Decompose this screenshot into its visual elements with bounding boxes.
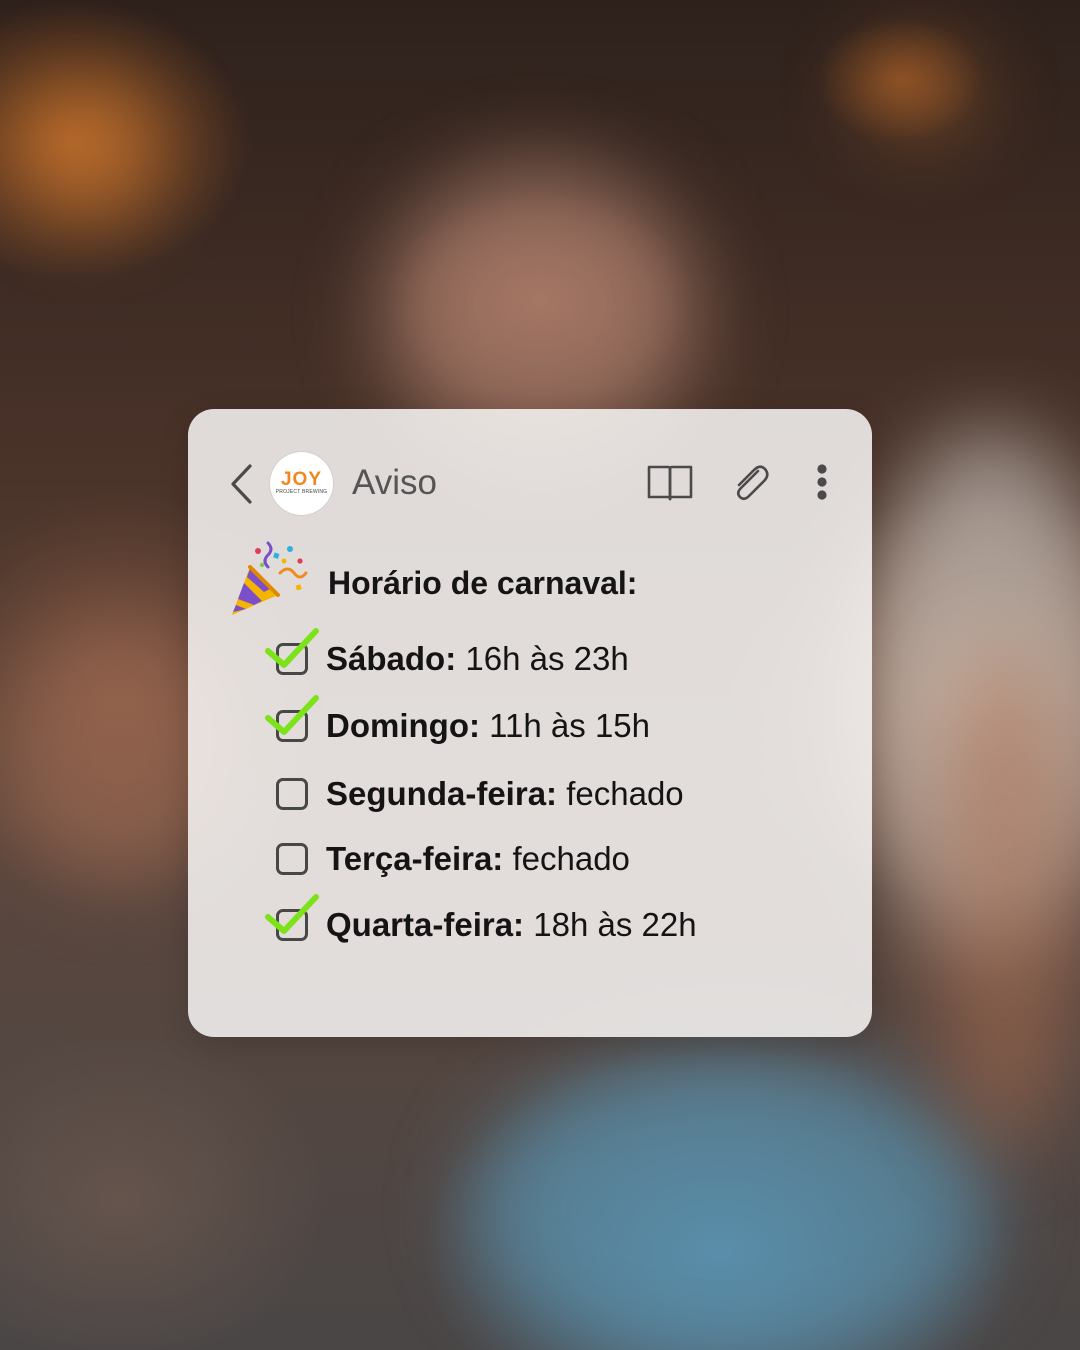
- item-hours: 16h às 23h: [465, 640, 629, 677]
- item-day: Terça-feira:: [326, 840, 504, 877]
- heading-row: Horário de carnaval:: [228, 539, 828, 619]
- note-header: JOY PROJECT BREWING Aviso: [188, 409, 872, 559]
- book-icon: [647, 465, 693, 501]
- list-item-text: Segunda-feira: fechado: [326, 772, 684, 816]
- list-item: Domingo: 11h às 15h: [264, 695, 844, 758]
- item-day: Segunda-feira:: [326, 775, 558, 812]
- avatar-subtitle: PROJECT BREWING: [275, 489, 328, 495]
- attach-button[interactable]: [726, 459, 774, 507]
- list-item: Quarta-feira: 18h às 22h: [264, 894, 844, 957]
- list-item-text: Quarta-feira: 18h às 22h: [326, 903, 697, 947]
- list-item-text: Terça-feira: fechado: [326, 837, 630, 881]
- item-day: Sábado:: [326, 640, 457, 677]
- list-item: Sábado: 16h às 23h: [264, 628, 844, 691]
- item-day: Quarta-feira:: [326, 906, 525, 943]
- checkbox[interactable]: [276, 710, 308, 742]
- paperclip-icon: [736, 465, 769, 501]
- list-item-text: Domingo: 11h às 15h: [326, 704, 650, 748]
- list-item-text: Sábado: 16h às 23h: [326, 637, 629, 681]
- avatar[interactable]: JOY PROJECT BREWING: [270, 452, 333, 515]
- reader-button[interactable]: [646, 459, 694, 507]
- item-hours: fechado: [512, 840, 630, 877]
- chevron-left-icon: [231, 464, 252, 504]
- note-title: Aviso: [352, 463, 437, 502]
- party-popper-icon: [232, 541, 308, 615]
- list-item: Terça-feira: fechado: [264, 831, 844, 891]
- list-item: Segunda-feira: fechado: [264, 766, 844, 826]
- checkbox[interactable]: [276, 843, 308, 875]
- more-vertical-icon: [817, 464, 827, 500]
- avatar-logo: JOY: [280, 469, 323, 490]
- checkbox[interactable]: [276, 909, 308, 941]
- note-card: JOY PROJECT BREWING Aviso Horário de car…: [188, 409, 872, 1037]
- checkbox[interactable]: [276, 643, 308, 675]
- more-options-button[interactable]: [798, 459, 846, 507]
- item-hours: 18h às 22h: [533, 906, 697, 943]
- schedule-heading: Horário de carnaval:: [328, 565, 638, 601]
- checkbox[interactable]: [276, 778, 308, 810]
- item-day: Domingo:: [326, 707, 480, 744]
- item-hours: fechado: [566, 775, 684, 812]
- back-button[interactable]: [226, 461, 256, 507]
- item-hours: 11h às 15h: [489, 707, 650, 744]
